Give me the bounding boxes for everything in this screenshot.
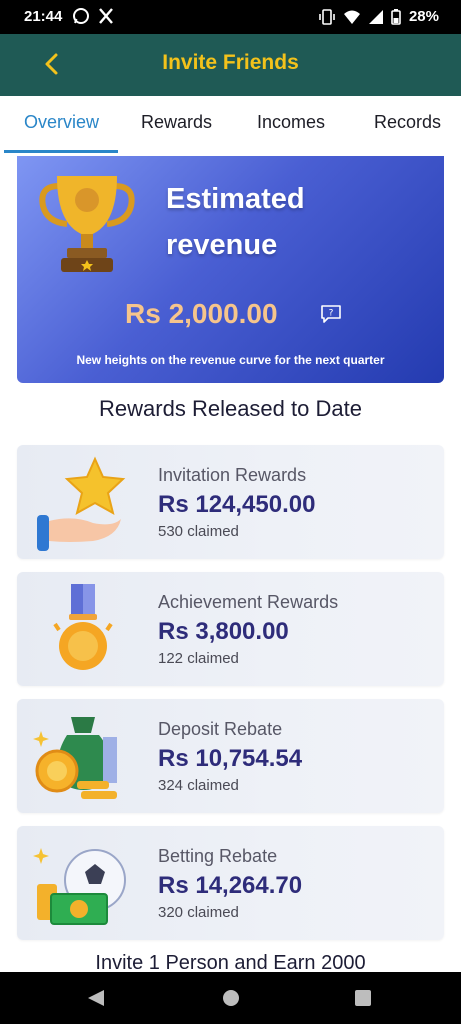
x-icon [99,8,113,24]
system-nav-bar [0,972,461,1024]
signal-icon [368,9,383,24]
hero-caption: New heights on the revenue curve for the… [76,353,385,367]
estimated-amount: Rs 2,000.00 [125,298,278,329]
reward-card-achievement[interactable]: Achievement Rewards Rs 3,800.00 122 clai… [17,572,444,686]
reward-name: Deposit Rebate [158,719,283,739]
reward-card-betting[interactable]: Betting Rebate Rs 14,264.70 320 claimed [17,826,444,940]
recents-square-icon[interactable] [353,988,373,1008]
football-cash-icon [33,848,126,925]
tab-records[interactable]: Records [374,112,441,133]
reward-claimed: 324 claimed [158,777,239,794]
reward-value: Rs 3,800.00 [158,618,289,645]
reward-name: Achievement Rewards [158,592,339,612]
reward-card-invitation[interactable]: Invitation Rewards Rs 124,450.00 530 cla… [17,445,444,559]
tab-overview[interactable]: Overview [24,112,99,133]
reward-value: Rs 10,754.54 [158,745,303,772]
tab-incomes[interactable]: Incomes [257,112,325,133]
app-header: Invite Friends [0,34,461,96]
vibrate-icon [319,8,335,25]
whatsapp-icon [73,8,89,24]
status-left-icons [72,7,114,25]
home-circle-icon[interactable] [221,988,241,1008]
trophy-icon [39,176,135,272]
svg-text:?: ? [329,309,334,319]
wifi-icon [343,10,360,24]
reward-value: Rs 14,264.70 [158,872,303,899]
rewards-section-title: Rewards Released to Date [99,396,362,421]
hero-heading: Estimated revenue [166,183,305,261]
page-title: Invite Friends [162,51,299,74]
status-bar: 21:44 28% [0,0,461,34]
reward-name: Betting Rebate [158,846,278,866]
medal-icon [53,584,113,670]
back-triangle-icon[interactable] [86,988,106,1008]
estimated-revenue-card: Estimated revenue Rs 2,000.00 ? New heig… [17,156,444,383]
reward-claimed: 122 claimed [158,650,239,667]
battery-percent: 28% [408,8,439,25]
battery-icon [391,8,401,25]
tab-active-indicator [4,150,118,153]
reward-claimed: 530 claimed [158,523,239,540]
reward-claimed: 320 claimed [158,904,239,921]
money-bag-icon [33,717,117,799]
status-time: 21:44 [24,8,63,25]
tab-rewards[interactable]: Rewards [141,112,212,133]
tab-bar: Overview Rewards Incomes Records [0,96,461,154]
star-hand-icon [37,456,126,551]
question-bubble-icon[interactable]: ? [320,304,342,324]
reward-name: Invitation Rewards [158,465,307,485]
reward-value: Rs 124,450.00 [158,491,316,518]
status-right: 28% [319,8,439,25]
reward-card-deposit[interactable]: Deposit Rebate Rs 10,754.54 324 claimed [17,699,444,813]
